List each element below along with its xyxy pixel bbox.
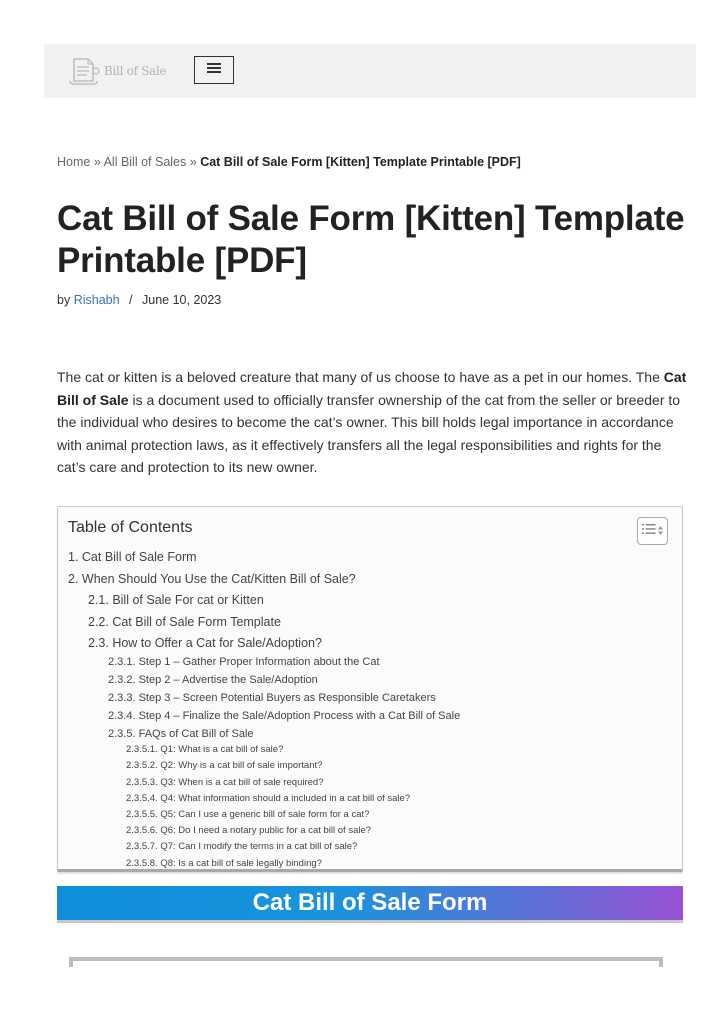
- site-header: Bill of Sale: [44, 44, 696, 98]
- author-link[interactable]: Rishabh: [74, 293, 120, 307]
- toc-item[interactable]: 2.3.5.4. Q4: What information should a i…: [126, 793, 410, 804]
- toc-toggle-button[interactable]: [637, 517, 668, 545]
- toc-item[interactable]: 2.3.2. Step 2 – Advertise the Sale/Adopt…: [108, 674, 318, 686]
- post-meta: by Rishabh / June 10, 2023: [57, 293, 221, 307]
- post-date: June 10, 2023: [142, 293, 222, 307]
- toc-item[interactable]: 2.3.5.5. Q5: Can I use a generic bill of…: [126, 809, 369, 820]
- toc-item[interactable]: 2.3.3. Step 3 – Screen Potential Buyers …: [108, 692, 436, 704]
- toc-item[interactable]: 2. When Should You Use the Cat/Kitten Bi…: [68, 572, 356, 586]
- breadcrumb: Home » All Bill of Sales » Cat Bill of S…: [57, 155, 521, 169]
- form-preview-frame: [69, 957, 663, 967]
- menu-toggle-button[interactable]: [194, 56, 234, 84]
- intro-text-end: is a document used to officially transfe…: [57, 391, 681, 476]
- document-scroll-icon: [68, 56, 102, 86]
- toc-title: Table of Contents: [68, 519, 193, 536]
- by-label: by: [57, 293, 71, 307]
- section-banner: Cat Bill of Sale Form: [57, 886, 683, 920]
- intro-paragraph: The cat or kitten is a beloved creature …: [57, 366, 691, 479]
- logo-text: Bill of Sale: [104, 64, 167, 78]
- breadcrumb-category-link[interactable]: All Bill of Sales: [104, 155, 187, 169]
- table-of-contents: Table of Contents 1. Cat Bill of Sale Fo…: [57, 506, 683, 872]
- hamburger-icon: [207, 61, 221, 79]
- sort-caret-icon: [658, 522, 663, 540]
- toc-item[interactable]: 2.3.5.3. Q3: When is a cat bill of sale …: [126, 777, 324, 788]
- breadcrumb-home-link[interactable]: Home: [57, 155, 90, 169]
- toc-item[interactable]: 2.3.1. Step 1 – Gather Proper Informatio…: [108, 656, 380, 668]
- toc-item[interactable]: 2.3.5.2. Q2: Why is a cat bill of sale i…: [126, 760, 322, 771]
- intro-text-start: The cat or kitten is a beloved creature …: [57, 369, 664, 385]
- toc-item[interactable]: 2.3.4. Step 4 – Finalize the Sale/Adopti…: [108, 710, 460, 722]
- toc-item[interactable]: 2.1. Bill of Sale For cat or Kitten: [88, 593, 264, 607]
- page-title: Cat Bill of Sale Form [Kitten] Template …: [57, 199, 685, 280]
- list-icon: [642, 522, 656, 540]
- toc-item[interactable]: 2.3. How to Offer a Cat for Sale/Adoptio…: [88, 636, 322, 650]
- meta-separator: /: [129, 293, 133, 307]
- breadcrumb-current: Cat Bill of Sale Form [Kitten] Template …: [200, 155, 521, 169]
- toc-item[interactable]: 2.3.5.7. Q7: Can I modify the terms in a…: [126, 841, 357, 852]
- toc-item[interactable]: 2.3.5.1. Q1: What is a cat bill of sale?: [126, 744, 283, 755]
- section-heading: Cat Bill of Sale Form: [252, 889, 488, 916]
- toc-item[interactable]: 2.3.5.8. Q8: Is a cat bill of sale legal…: [126, 858, 322, 869]
- site-logo[interactable]: Bill of Sale: [68, 56, 167, 86]
- toc-item[interactable]: 2.2. Cat Bill of Sale Form Template: [88, 615, 281, 629]
- breadcrumb-separator: »: [189, 155, 197, 169]
- toc-item[interactable]: 2.3.5. FAQs of Cat Bill of Sale: [108, 728, 254, 740]
- toc-item[interactable]: 1. Cat Bill of Sale Form: [68, 550, 197, 564]
- breadcrumb-separator: »: [93, 155, 101, 169]
- toc-item[interactable]: 2.3.5.6. Q6: Do I need a notary public f…: [126, 825, 371, 836]
